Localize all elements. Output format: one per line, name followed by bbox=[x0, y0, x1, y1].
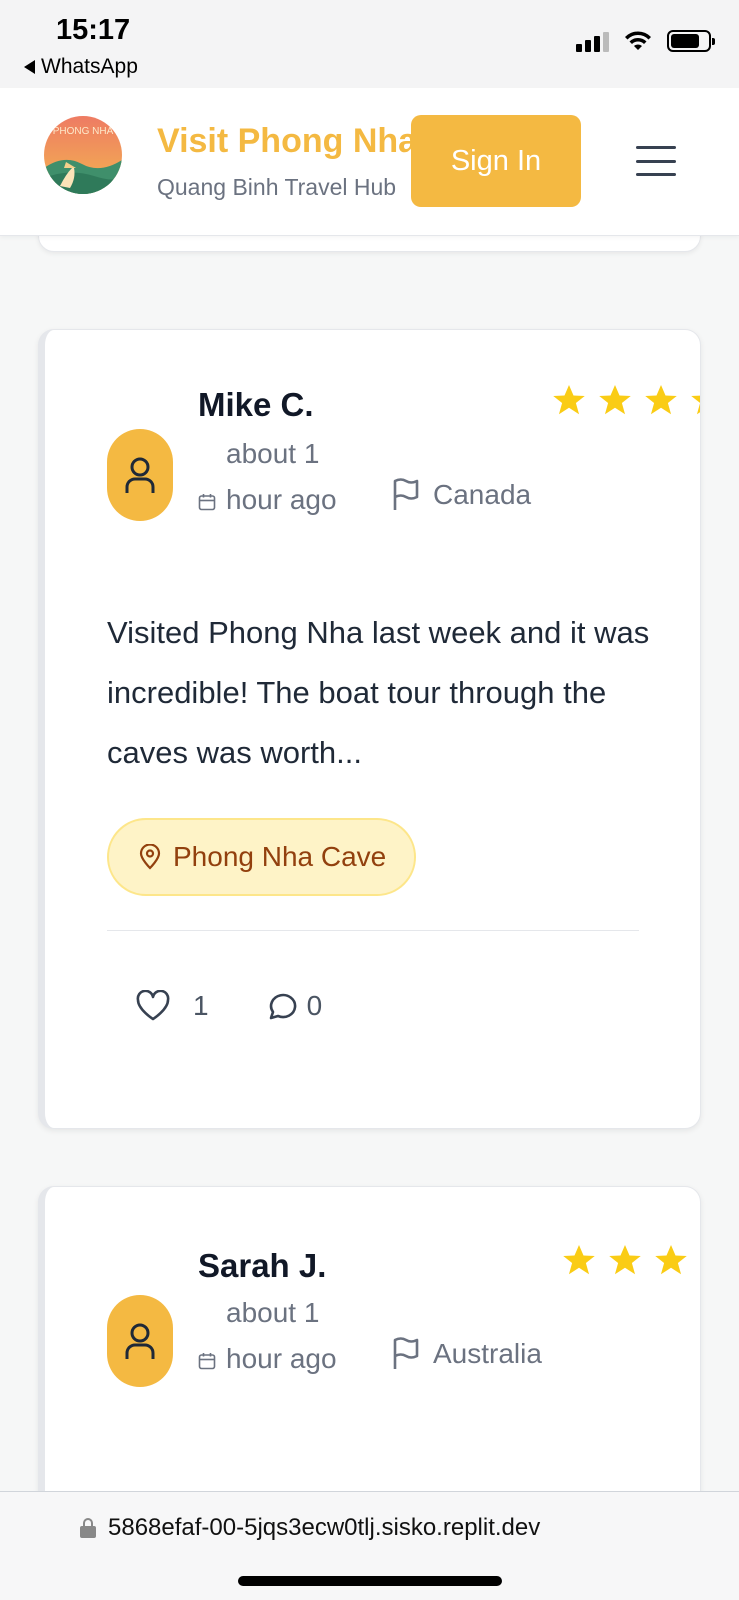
avatar bbox=[107, 1295, 173, 1387]
avatar bbox=[107, 429, 173, 521]
star-icon bbox=[691, 395, 700, 415]
star-icon bbox=[655, 1245, 687, 1275]
site-header: PHONG NHA Visit Phong Nha Quang Binh Tra… bbox=[0, 88, 739, 236]
user-icon bbox=[125, 457, 155, 493]
review-time-text: about 1 hour ago bbox=[226, 438, 337, 515]
cellular-signal-icon bbox=[576, 30, 609, 52]
brand-logo[interactable]: PHONG NHA bbox=[44, 116, 122, 194]
calendar-icon bbox=[198, 494, 216, 511]
rating-stars bbox=[561, 1242, 689, 1278]
review-actions: 1 0 bbox=[135, 990, 378, 1022]
browser-url-bar[interactable]: 5868efaf-00-5jqs3ecw0tlj.sisko.replit.de… bbox=[0, 1491, 739, 1600]
flag-icon bbox=[393, 1337, 419, 1369]
review-body[interactable]: Visited Phong Nha last week and it was i… bbox=[107, 603, 667, 783]
sign-in-button[interactable]: Sign In bbox=[411, 115, 581, 207]
place-tag[interactable]: Phong Nha Cave bbox=[107, 818, 417, 896]
like-button[interactable]: 1 bbox=[135, 990, 209, 1022]
star-icon bbox=[599, 385, 631, 415]
reviewer-name[interactable]: Mike C. bbox=[198, 386, 314, 424]
review-country: Australia bbox=[391, 1337, 542, 1371]
brand-title[interactable]: Visit Phong Nha bbox=[157, 122, 417, 161]
star-icon bbox=[563, 1245, 595, 1275]
flag-icon bbox=[393, 478, 419, 510]
logo-text: PHONG NHA bbox=[52, 126, 114, 137]
rating-stars bbox=[551, 382, 700, 418]
brand-subtitle: Quang Binh Travel Hub bbox=[157, 174, 397, 200]
review-card: Mike C. about 1 hour ago Canada Visited … bbox=[38, 329, 701, 1129]
reviewer-name[interactable]: Sarah J. bbox=[198, 1247, 326, 1285]
country-text: Australia bbox=[433, 1338, 542, 1369]
review-time: about 1 hour ago bbox=[198, 1290, 358, 1430]
hamburger-menu-icon[interactable] bbox=[636, 146, 676, 176]
comment-count: 0 bbox=[306, 990, 323, 1021]
map-pin-icon bbox=[139, 844, 161, 870]
home-indicator[interactable] bbox=[238, 1576, 502, 1586]
status-time: 15:17 bbox=[56, 14, 131, 46]
like-count: 1 bbox=[193, 990, 209, 1021]
back-app-label: WhatsApp bbox=[41, 55, 138, 78]
star-icon bbox=[645, 385, 677, 415]
lock-icon bbox=[80, 1518, 96, 1538]
review-time-text: about 1 hour ago bbox=[226, 1297, 337, 1374]
review-time: about 1 hour ago bbox=[198, 431, 358, 571]
heart-icon bbox=[136, 990, 170, 1021]
back-arrow-icon bbox=[24, 60, 35, 74]
back-to-app-link[interactable]: WhatsApp bbox=[24, 55, 138, 79]
status-indicators bbox=[576, 30, 715, 52]
user-icon bbox=[125, 1323, 155, 1359]
divider bbox=[107, 930, 639, 931]
star-icon bbox=[609, 1245, 641, 1275]
review-country: Canada bbox=[391, 478, 531, 512]
status-bar: 15:17 WhatsApp bbox=[0, 0, 739, 88]
wifi-icon bbox=[625, 31, 651, 50]
comment-button[interactable]: 0 bbox=[265, 990, 323, 1022]
country-text: Canada bbox=[433, 479, 532, 510]
star-icon bbox=[553, 385, 585, 415]
calendar-icon bbox=[198, 1353, 216, 1370]
place-tag-label: Phong Nha Cave bbox=[173, 841, 387, 872]
url-text: 5868efaf-00-5jqs3ecw0tlj.sisko.replit.de… bbox=[108, 1514, 541, 1541]
comment-icon bbox=[269, 993, 296, 1020]
battery-icon bbox=[667, 30, 715, 52]
url-field[interactable]: 5868efaf-00-5jqs3ecw0tlj.sisko.replit.de… bbox=[80, 1514, 680, 1542]
